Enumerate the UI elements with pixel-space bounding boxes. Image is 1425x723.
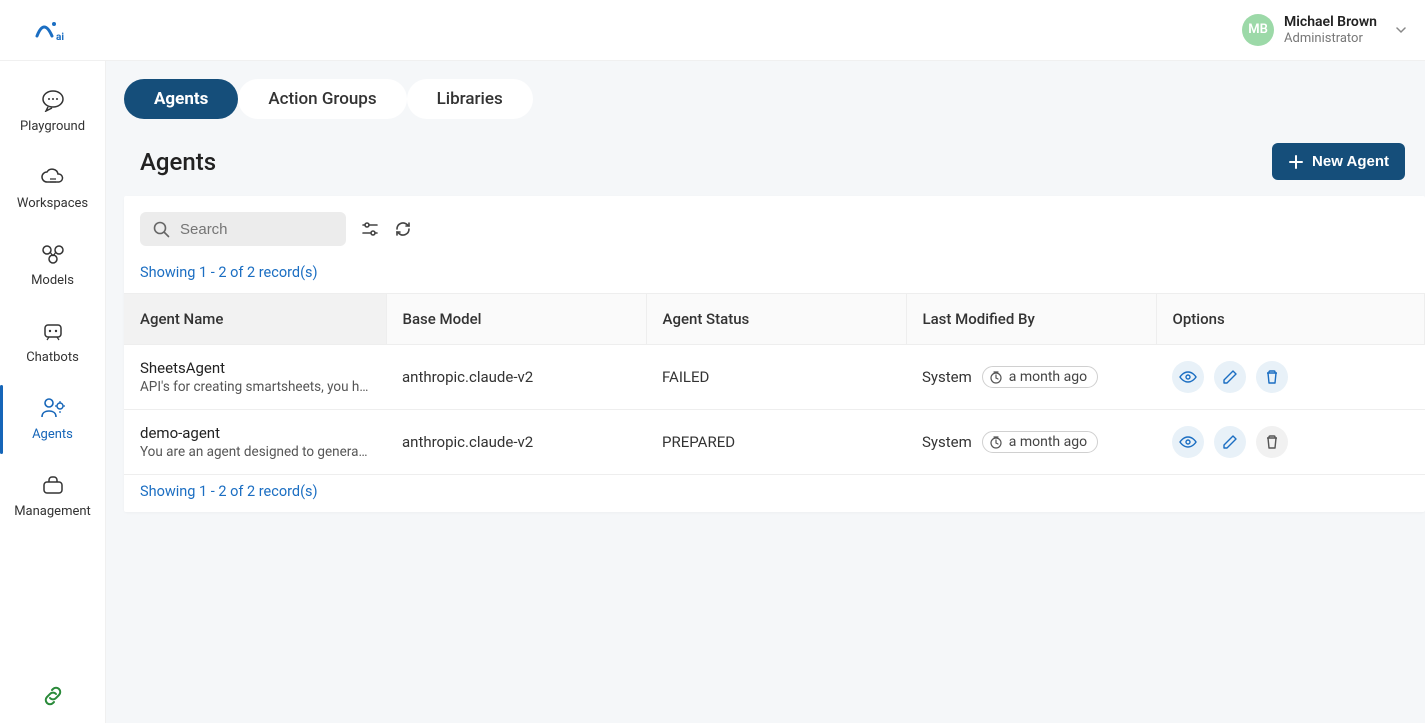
pencil-icon: [1222, 369, 1238, 385]
models-icon: [39, 241, 67, 267]
sidebar-item-chatbots[interactable]: Chatbots: [0, 304, 105, 381]
delete-button[interactable]: [1256, 361, 1288, 393]
view-button[interactable]: [1172, 426, 1204, 458]
modified-at-badge: a month ago: [982, 366, 1098, 388]
agent-name: SheetsAgent: [140, 359, 370, 377]
user-menu[interactable]: MB Michael Brown Administrator: [1242, 14, 1407, 46]
delete-button[interactable]: [1256, 426, 1288, 458]
sliders-icon: [360, 220, 380, 238]
user-name: Michael Brown: [1284, 14, 1377, 31]
col-last-modified[interactable]: Last Modified By: [906, 294, 1156, 345]
sidebar-item-label: Models: [31, 273, 74, 288]
trash-icon: [1264, 369, 1280, 385]
records-count-top: Showing 1 - 2 of 2 record(s): [124, 256, 1425, 293]
svg-text:ai: ai: [56, 32, 64, 43]
agents-table-card: Showing 1 - 2 of 2 record(s) Agent Name …: [124, 196, 1425, 512]
base-model: anthropic.claude-v2: [386, 345, 646, 410]
briefcase-icon: [39, 472, 67, 498]
tab-action-groups[interactable]: Action Groups: [238, 79, 406, 119]
eye-icon: [1179, 370, 1197, 384]
sidebar: Playground Workspaces Models Chatbots: [0, 61, 106, 723]
trash-icon: [1264, 434, 1280, 450]
app-header: ai MB Michael Brown Administrator: [0, 0, 1425, 61]
col-options: Options: [1156, 294, 1425, 345]
user-role: Administrator: [1284, 31, 1377, 47]
table-row[interactable]: SheetsAgent API's for creating smartshee…: [124, 345, 1425, 410]
edit-button[interactable]: [1214, 426, 1246, 458]
sidebar-item-agents[interactable]: Agents: [0, 381, 105, 458]
agents-icon: [39, 395, 67, 421]
eye-icon: [1179, 435, 1197, 449]
search-icon: [152, 220, 170, 238]
agent-name: demo-agent: [140, 424, 370, 442]
plus-icon: [1288, 154, 1304, 170]
sidebar-item-label: Workspaces: [17, 196, 88, 211]
sidebar-item-label: Management: [14, 504, 91, 519]
agent-status: FAILED: [646, 345, 906, 410]
pencil-icon: [1222, 434, 1238, 450]
sidebar-item-models[interactable]: Models: [0, 227, 105, 304]
page-title: Agents: [140, 148, 216, 176]
sidebar-item-label: Agents: [32, 427, 73, 442]
clock-icon: [989, 435, 1003, 449]
sidebar-item-management[interactable]: Management: [0, 458, 105, 535]
content-area: Agents Action Groups Libraries Agents Ne…: [106, 61, 1425, 723]
base-model: anthropic.claude-v2: [386, 410, 646, 475]
tabs: Agents Action Groups Libraries: [106, 61, 1425, 119]
search-input-wrapper[interactable]: [140, 212, 346, 246]
agents-table: Agent Name Base Model Agent Status Last …: [124, 293, 1425, 475]
cloud-icon: [39, 164, 67, 190]
sidebar-item-playground[interactable]: Playground: [0, 73, 105, 150]
refresh-button[interactable]: [394, 220, 412, 238]
link-icon: [39, 683, 67, 709]
records-count-bottom: Showing 1 - 2 of 2 record(s): [124, 475, 1425, 512]
clock-icon: [989, 370, 1003, 384]
filter-button[interactable]: [360, 220, 380, 238]
col-agent-name[interactable]: Agent Name: [124, 294, 386, 345]
modified-by: System: [922, 433, 972, 451]
col-agent-status[interactable]: Agent Status: [646, 294, 906, 345]
agent-desc: API's for creating smartsheets, you ha…: [140, 379, 370, 395]
sidebar-item-link[interactable]: [0, 669, 105, 713]
edit-button[interactable]: [1214, 361, 1246, 393]
col-base-model[interactable]: Base Model: [386, 294, 646, 345]
sidebar-item-label: Chatbots: [26, 350, 79, 365]
modified-by: System: [922, 368, 972, 386]
tab-libraries[interactable]: Libraries: [407, 79, 533, 119]
agent-desc: You are an agent designed to generate…: [140, 444, 370, 460]
sidebar-item-workspaces[interactable]: Workspaces: [0, 150, 105, 227]
new-agent-button[interactable]: New Agent: [1272, 143, 1405, 180]
agent-status: PREPARED: [646, 410, 906, 475]
search-input[interactable]: [180, 221, 334, 238]
sidebar-item-label: Playground: [20, 119, 85, 134]
app-logo: ai: [34, 16, 74, 44]
logo-icon: ai: [34, 16, 74, 44]
modified-at-badge: a month ago: [982, 431, 1098, 453]
tab-agents[interactable]: Agents: [124, 79, 238, 119]
chevron-down-icon: [1395, 24, 1407, 36]
refresh-icon: [394, 220, 412, 238]
chat-icon: [39, 87, 67, 113]
avatar: MB: [1242, 14, 1274, 46]
view-button[interactable]: [1172, 361, 1204, 393]
table-row[interactable]: demo-agent You are an agent designed to …: [124, 410, 1425, 475]
bot-icon: [39, 318, 67, 344]
